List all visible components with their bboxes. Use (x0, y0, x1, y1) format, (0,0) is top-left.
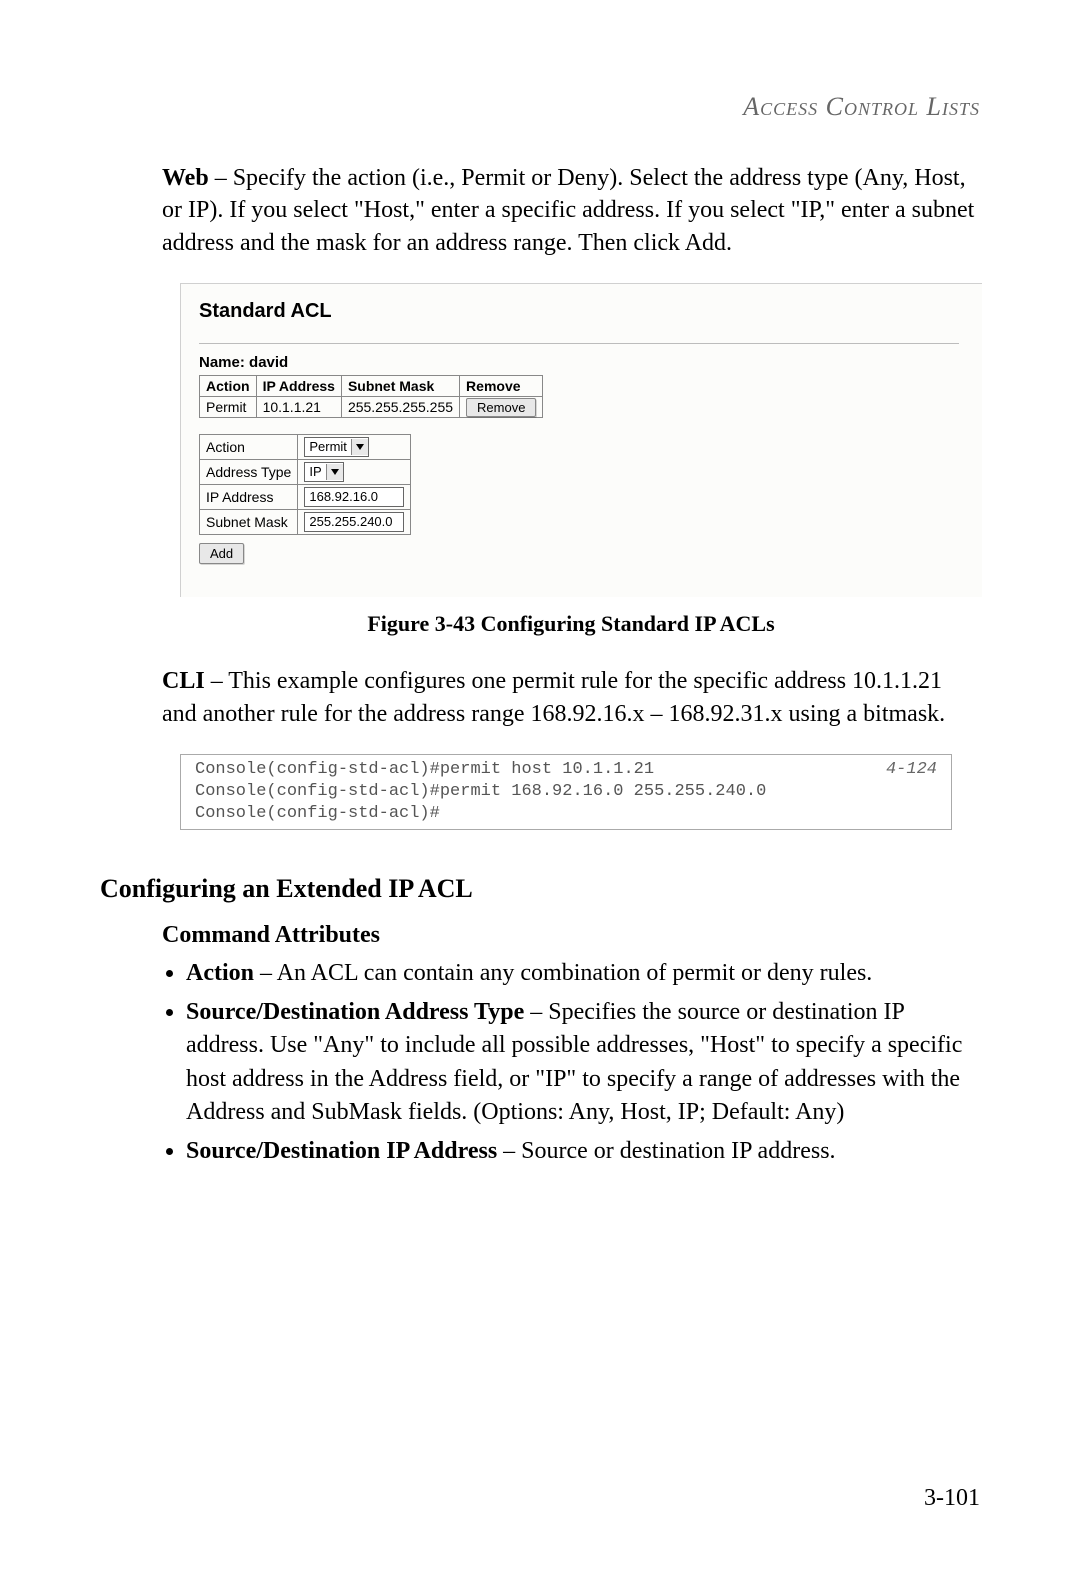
cell-remove: Remove (460, 397, 543, 418)
panel-title: Standard ACL (199, 300, 962, 323)
action-field-cell: Permit (298, 435, 411, 460)
mask-input[interactable]: 255.255.240.0 (304, 512, 404, 532)
table-header-row: Action IP Address Subnet Mask Remove (200, 376, 543, 397)
panel-divider (199, 343, 959, 344)
page-number: 3-101 (924, 1485, 980, 1512)
list-item: Source/Destination IP Address – Source o… (186, 1135, 980, 1168)
action-label: Action (200, 435, 298, 460)
name-value: david (249, 354, 288, 371)
running-header: Access Control Lists (743, 92, 980, 122)
bullet-ipaddr-text: – Source or destination IP address. (497, 1138, 835, 1164)
cli-console-box: 4-124 Console(config-std-acl)#permit hos… (180, 754, 952, 830)
add-button[interactable]: Add (199, 543, 244, 564)
table-row: Permit 10.1.1.21 255.255.255.255 Remove (200, 397, 543, 418)
cli-page-ref: 4-124 (886, 759, 937, 781)
addrtype-select[interactable]: IP (304, 462, 343, 482)
bullet-ipaddr-label: Source/Destination IP Address (186, 1138, 497, 1164)
list-item: Action – An ACL can contain any combinat… (186, 957, 980, 990)
cli-line-3: Console(config-std-acl)# (195, 803, 937, 825)
bullet-action-text: – An ACL can contain any combination of … (254, 960, 872, 986)
acl-name-line: Name: david (199, 354, 962, 371)
extended-acl-heading: Configuring an Extended IP ACL (100, 874, 980, 904)
cell-action: Permit (200, 397, 257, 418)
chevron-down-icon (351, 439, 368, 455)
action-select-value: Permit (309, 438, 347, 456)
col-action: Action (200, 376, 257, 397)
cell-mask: 255.255.255.255 (341, 397, 459, 418)
mask-label: Subnet Mask (200, 510, 298, 535)
cli-text: – This example configures one permit rul… (162, 668, 945, 726)
cell-ip: 10.1.1.21 (256, 397, 341, 418)
chevron-down-icon (326, 464, 343, 480)
bullet-action-label: Action (186, 960, 254, 986)
remove-button[interactable]: Remove (466, 398, 536, 417)
intro-paragraph: Web – Specify the action (i.e., Permit o… (162, 162, 980, 259)
addrtype-field-cell: IP (298, 460, 411, 485)
cli-paragraph: CLI – This example configures one permit… (162, 665, 980, 730)
col-remove: Remove (460, 376, 543, 397)
col-mask: Subnet Mask (341, 376, 459, 397)
addrtype-select-value: IP (309, 463, 321, 481)
ip-input[interactable]: 168.92.16.0 (304, 487, 404, 507)
col-ip: IP Address (256, 376, 341, 397)
form-table: Action Permit Address Type (199, 434, 411, 535)
action-select[interactable]: Permit (304, 437, 369, 457)
ip-label: IP Address (200, 485, 298, 510)
cli-line-2: Console(config-std-acl)#permit 168.92.16… (195, 781, 937, 803)
list-item: Source/Destination Address Type – Specif… (186, 996, 980, 1128)
bullet-addrtype-label: Source/Destination Address Type (186, 999, 524, 1025)
command-attributes-list: Action – An ACL can contain any combinat… (186, 957, 980, 1168)
ip-field-cell: 168.92.16.0 (298, 485, 411, 510)
name-label: Name: (199, 354, 249, 371)
web-text: – Specify the action (i.e., Permit or De… (162, 165, 974, 256)
mask-field-cell: 255.255.240.0 (298, 510, 411, 535)
figure-caption: Figure 3-43 Configuring Standard IP ACLs (162, 611, 980, 637)
rule-table: Action IP Address Subnet Mask Remove Per… (199, 375, 543, 418)
command-attributes-heading: Command Attributes (162, 922, 980, 949)
cli-label: CLI (162, 668, 205, 694)
cli-line-1: Console(config-std-acl)#permit host 10.1… (195, 759, 937, 781)
addrtype-label: Address Type (200, 460, 298, 485)
standard-acl-panel: Standard ACL Name: david Action IP Addre… (180, 283, 982, 597)
web-label: Web (162, 165, 209, 191)
